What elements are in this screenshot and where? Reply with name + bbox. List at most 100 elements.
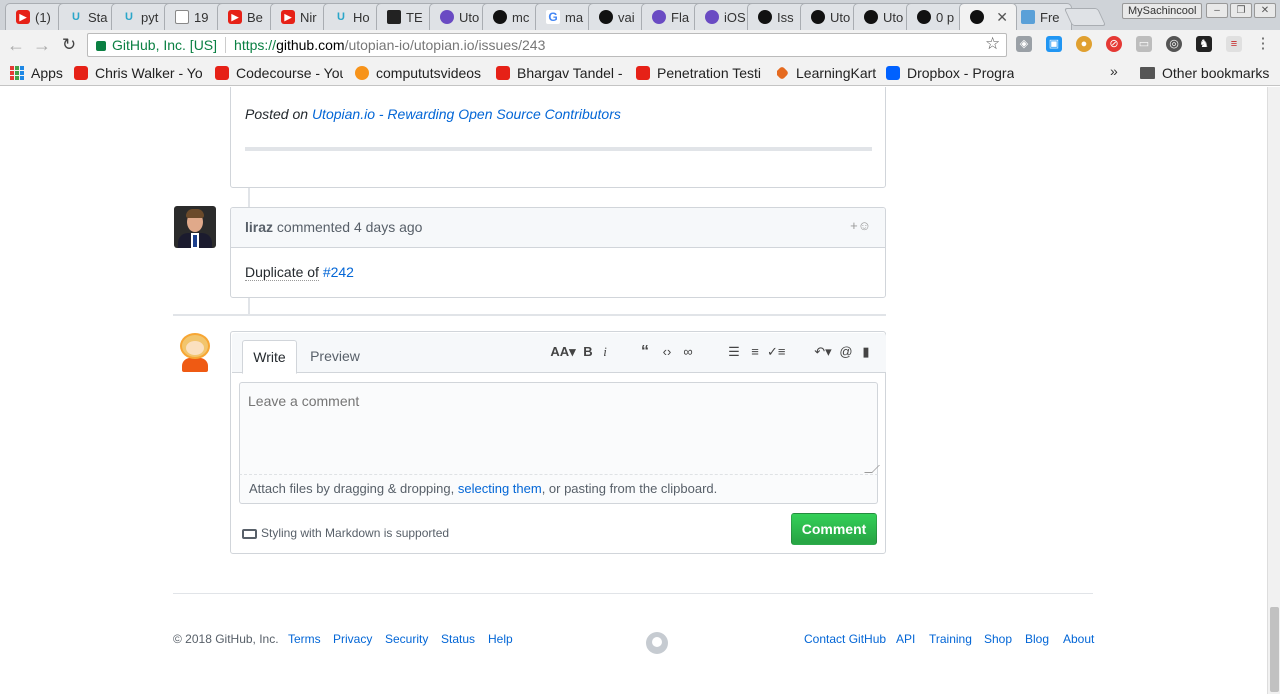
comment-body: Duplicate of #242 — [245, 264, 354, 281]
close-tab-icon[interactable]: ✕ — [996, 9, 1008, 26]
previous-comment — [230, 87, 886, 188]
url-host: github.com — [276, 37, 345, 53]
attach-files-bar[interactable]: Attach files by dragging & dropping, sel… — [239, 475, 878, 504]
github-icon — [599, 10, 613, 24]
issue-link[interactable]: #242 — [323, 264, 354, 280]
timeline-connector — [248, 188, 250, 207]
minimize-icon[interactable]: – — [1206, 3, 1228, 18]
heading-icon[interactable]: AA▾ — [550, 344, 576, 360]
add-reaction-icon[interactable]: +☺ — [850, 218, 871, 233]
footer-link-training[interactable]: Training — [929, 632, 972, 646]
footer-link-security[interactable]: Security — [385, 632, 428, 646]
numbered-list-icon[interactable]: ≡ — [747, 344, 763, 360]
scrollbar-thumb[interactable] — [1270, 607, 1279, 692]
github-icon — [864, 10, 878, 24]
bookmark-item[interactable]: Penetration Testi — [636, 64, 764, 82]
reply-icon[interactable]: ↶▾ — [812, 344, 834, 360]
markdown-note[interactable]: Styling with Markdown is supported — [261, 526, 449, 540]
browser-tab[interactable]: Fre — [1010, 3, 1072, 30]
cookie-extension-icon[interactable]: ● — [1076, 36, 1092, 52]
text-extension-icon[interactable]: ≡ — [1226, 36, 1242, 52]
url-path: /utopian-io/utopian.io/issues/243 — [344, 37, 546, 53]
select-files-link[interactable]: selecting them — [458, 481, 542, 496]
forward-arrow-icon[interactable]: → — [31, 34, 53, 56]
markdown-icon — [242, 529, 257, 539]
bookmark-item[interactable]: LearningKart — [777, 64, 877, 82]
profile-button[interactable]: MySachincool — [1122, 3, 1203, 19]
dropbox-icon — [886, 66, 900, 80]
bold-icon[interactable]: B — [582, 344, 594, 360]
footer-divider — [173, 593, 1093, 594]
comment-button[interactable]: Comment — [791, 513, 877, 545]
freepik-icon — [1021, 10, 1035, 24]
comment-author[interactable]: liraz — [245, 219, 273, 235]
learningkart-icon — [777, 65, 790, 81]
footer-link-status[interactable]: Status — [441, 632, 475, 646]
bookmark-item[interactable]: Dropbox - Progra — [886, 64, 1014, 82]
film-extension-icon[interactable]: ◎ — [1166, 36, 1182, 52]
lock-icon — [96, 41, 106, 51]
block-extension-icon[interactable]: ⊘ — [1106, 36, 1122, 52]
link-icon[interactable]: ∞ — [680, 344, 696, 360]
footer-link-contact[interactable]: Contact GitHub — [804, 632, 886, 646]
youtube-icon — [215, 66, 229, 80]
bullet-list-icon[interactable]: ☰ — [726, 344, 742, 360]
bookmark-star-icon[interactable]: ☆ — [985, 34, 1000, 54]
other-bookmarks[interactable]: Other bookmarks — [1140, 64, 1270, 82]
github-icon — [493, 10, 507, 24]
youtube-icon: ▶ — [281, 10, 295, 24]
youtube-icon — [74, 66, 88, 80]
footer-copyright: © 2018 GitHub, Inc. — [173, 632, 279, 646]
code-icon[interactable]: ‹› — [659, 344, 675, 360]
bookmark-icon[interactable]: ▮ — [859, 344, 873, 360]
footer-link-privacy[interactable]: Privacy — [333, 632, 372, 646]
footer-link-blog[interactable]: Blog — [1025, 632, 1049, 646]
comment-input[interactable] — [239, 382, 878, 475]
reload-icon[interactable]: ↻ — [58, 34, 80, 56]
italic-icon[interactable]: i — [600, 344, 610, 360]
footer-link-terms[interactable]: Terms — [288, 632, 321, 646]
chevron-right-icon[interactable]: » — [1110, 63, 1118, 79]
shield-extension-icon[interactable]: ◈ — [1016, 36, 1032, 52]
comment-meta[interactable]: commented 4 days ago — [273, 219, 423, 235]
utopian-icon: U — [125, 11, 133, 23]
avatar[interactable] — [177, 331, 213, 373]
bookmark-item[interactable]: Chris Walker - Yo — [74, 64, 202, 82]
avatar[interactable] — [174, 206, 216, 248]
puzzle-extension-icon[interactable]: ♞ — [1196, 36, 1212, 52]
address-bar[interactable]: GitHub, Inc. [US] https://github.com/uto… — [87, 33, 1007, 57]
browser-tab-active[interactable]: ✕ — [959, 3, 1017, 30]
footer-link-about[interactable]: About — [1063, 632, 1094, 646]
quote-icon[interactable]: “ — [637, 344, 653, 360]
bookmark-item[interactable]: compututsvideos — [355, 64, 483, 82]
flat-icon — [705, 10, 719, 24]
github-icon — [811, 10, 825, 24]
tab-extension-icon[interactable]: ▭ — [1136, 36, 1152, 52]
mention-icon[interactable]: @ — [838, 344, 854, 360]
tab-preview[interactable]: Preview — [304, 340, 366, 374]
utopian-link[interactable]: Utopian.io - Rewarding Open Source Contr… — [312, 106, 621, 122]
flat-icon — [652, 10, 666, 24]
horizontal-rule — [245, 147, 872, 151]
restore-icon[interactable]: ❐ — [1230, 3, 1252, 18]
back-arrow-icon[interactable]: ← — [5, 34, 27, 56]
bitcoin-icon — [355, 66, 369, 80]
duplicate-label: Duplicate of — [245, 264, 319, 281]
footer-link-shop[interactable]: Shop — [984, 632, 1012, 646]
new-tab-button[interactable] — [1063, 8, 1107, 26]
editor-toolbar: Write Preview AA▾ B i “ ‹› ∞ ☰ ≡ ✓≡ ↶▾ @… — [232, 333, 886, 374]
footer-link-help[interactable]: Help — [488, 632, 513, 646]
tab-write[interactable]: Write — [242, 340, 297, 374]
github-logo-icon[interactable] — [646, 632, 668, 654]
bookmark-apps[interactable]: Apps — [10, 64, 70, 82]
google-icon: G — [546, 10, 560, 24]
footer-link-api[interactable]: API — [896, 632, 915, 646]
window-extension-icon[interactable]: ▣ — [1046, 36, 1062, 52]
close-window-icon[interactable]: ✕ — [1254, 3, 1276, 18]
page-scrollbar[interactable] — [1267, 87, 1280, 694]
menu-icon[interactable]: ⋮ — [1255, 36, 1271, 52]
task-list-icon[interactable]: ✓≡ — [767, 344, 785, 360]
tab-strip: ▶ (1) U Sta Upyt 19 ▶ Be ▶ Nir U Ho TE Uto mc… — [0, 0, 1280, 30]
bookmark-item[interactable]: Bhargav Tandel - — [496, 64, 622, 82]
bookmark-item[interactable]: Codecourse - You — [215, 64, 343, 82]
